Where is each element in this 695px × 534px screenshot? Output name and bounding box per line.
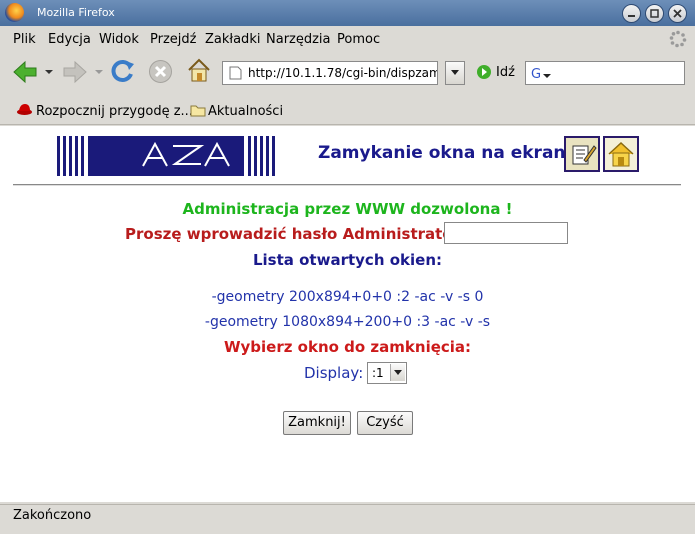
admin-allowed-text: Administracja przez WWW dozwolona !: [182, 200, 513, 218]
bookmark-aktualnosci[interactable]: Aktualności: [208, 104, 283, 119]
menu-widok[interactable]: Widok: [99, 32, 139, 47]
page-icon: [229, 66, 242, 80]
house-icon: [608, 141, 634, 167]
forward-dropdown-icon[interactable]: [94, 68, 104, 76]
menu-pomoc[interactable]: Pomoc: [337, 32, 380, 47]
choose-window-prompt: Wybierz okno do zamknięcia:: [223, 338, 472, 356]
chevron-down-icon: [394, 370, 402, 375]
window-list-item: -geometry 1080x894+200+0 :3 -ac -v -s: [204, 314, 491, 330]
google-search-icon[interactable]: G: [530, 65, 552, 81]
admin-password-input[interactable]: [444, 222, 568, 244]
windows-list-heading: Lista otwartych okien:: [252, 251, 442, 269]
close-window-submit-button[interactable]: Zamknij!: [283, 411, 351, 435]
asa-logo: [55, 136, 277, 176]
page-content: Zamykanie okna na ekranie: Administracja…: [0, 126, 695, 502]
svg-text:G: G: [531, 67, 541, 81]
url-text: http://10.1.1.78/cgi-bin/dispzamkc: [248, 66, 438, 80]
home-icon[interactable]: [186, 57, 212, 84]
close-window-button[interactable]: [668, 4, 687, 23]
menu-edycja[interactable]: Edycja: [48, 32, 91, 47]
reload-icon[interactable]: [110, 58, 136, 84]
clear-button[interactable]: Czyść: [357, 411, 413, 435]
go-button-label[interactable]: Idź: [496, 65, 515, 80]
stop-icon[interactable]: [148, 59, 173, 84]
notepad-pencil-icon: [572, 145, 597, 165]
maximize-button[interactable]: [645, 4, 664, 23]
menu-bar: Plik Edycja Widok Przejdź Zakładki Narzę…: [0, 26, 695, 52]
status-bar: Zakończono: [0, 504, 695, 534]
header-divider: [13, 184, 681, 186]
go-icon[interactable]: [476, 64, 492, 80]
page-header-title: Zamykanie okna na ekranie:: [318, 143, 590, 163]
window-titlebar: Mozilla Firefox: [0, 0, 695, 26]
window-list-item: -geometry 200x894+0+0 :2 -ac -v -s 0: [211, 289, 484, 305]
menu-zakladki[interactable]: Zakładki: [205, 32, 260, 47]
url-history-dropdown[interactable]: [445, 61, 465, 85]
firefox-icon: [5, 3, 24, 22]
throbber-icon: [669, 30, 687, 48]
folder-icon: [190, 105, 206, 117]
redhat-bookmark-icon: [17, 104, 32, 115]
status-text: Zakończono: [13, 508, 92, 523]
url-field[interactable]: http://10.1.1.78/cgi-bin/dispzamkc: [222, 61, 438, 85]
display-label: Display:: [304, 364, 364, 382]
display-select-arrow[interactable]: [390, 364, 405, 381]
password-prompt: Proszę wprowadzić hasło Administratora:: [125, 225, 477, 243]
status-divider: [0, 504, 695, 505]
forward-arrow-icon[interactable]: [62, 60, 88, 84]
chevron-down-icon: [451, 70, 459, 75]
display-select-value: :1: [372, 366, 384, 380]
window-title: Mozilla Firefox: [37, 6, 115, 19]
display-select[interactable]: :1: [367, 362, 407, 384]
minimize-button[interactable]: [622, 4, 641, 23]
home-page-button[interactable]: [603, 136, 639, 172]
back-arrow-icon[interactable]: [12, 60, 38, 84]
back-dropdown-icon[interactable]: [44, 68, 54, 76]
bookmark-rozpocznij[interactable]: Rozpocznij przygodę z...: [36, 104, 193, 119]
menu-plik[interactable]: Plik: [13, 32, 36, 47]
menu-przejdz[interactable]: Przejdź: [150, 32, 196, 47]
menu-narzedzia[interactable]: Narzędzia: [266, 32, 331, 47]
edit-notes-button[interactable]: [564, 136, 600, 172]
search-field[interactable]: G: [525, 61, 685, 85]
